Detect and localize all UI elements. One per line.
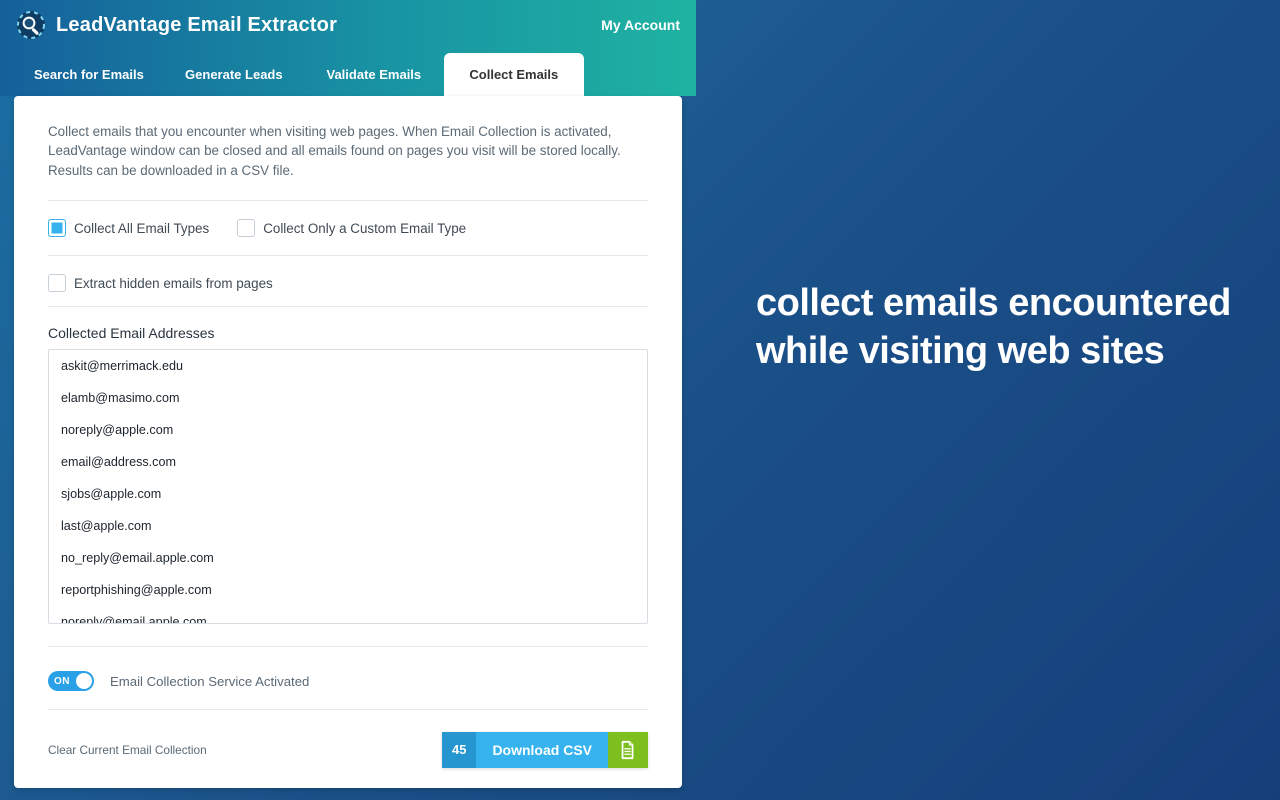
service-toggle-row: ON Email Collection Service Activated [48, 671, 648, 691]
toggle-knob [76, 673, 92, 689]
app-logo-icon [16, 10, 46, 40]
collected-label: Collected Email Addresses [48, 325, 648, 341]
clear-collection-link[interactable]: Clear Current Email Collection [48, 743, 207, 757]
checkbox-collect-all[interactable] [48, 219, 66, 237]
label-collect-all: Collect All Email Types [74, 221, 209, 236]
divider [48, 646, 648, 647]
app-column: LeadVantage Email Extractor My Account S… [0, 0, 696, 800]
service-toggle[interactable]: ON [48, 671, 94, 691]
list-item[interactable]: noreply@email.apple.com [49, 606, 647, 624]
my-account-link[interactable]: My Account [601, 17, 680, 33]
promo-column: collect emails encountered while visitin… [696, 0, 1280, 800]
tab-search-emails[interactable]: Search for Emails [14, 53, 164, 96]
download-count-badge: 45 [442, 732, 476, 768]
tab-generate-leads[interactable]: Generate Leads [164, 53, 304, 96]
list-item[interactable]: elamb@masimo.com [49, 382, 647, 414]
download-group: 45 Download CSV [442, 732, 648, 768]
list-item[interactable]: askit@merrimack.edu [49, 350, 647, 382]
promo-headline: collect emails encountered while visitin… [756, 280, 1240, 375]
label-collect-custom: Collect Only a Custom Email Type [263, 221, 466, 236]
list-item[interactable]: sjobs@apple.com [49, 478, 647, 510]
service-toggle-label: Email Collection Service Activated [110, 674, 309, 689]
bottom-row: Clear Current Email Collection 45 Downlo… [48, 732, 648, 768]
divider [48, 709, 648, 710]
list-item[interactable]: last@apple.com [49, 510, 647, 542]
checkbox-collect-custom[interactable] [237, 219, 255, 237]
app-title: LeadVantage Email Extractor [56, 14, 337, 37]
list-item[interactable]: no_reply@email.apple.com [49, 542, 647, 574]
list-item[interactable]: reportphishing@apple.com [49, 574, 647, 606]
download-csv-button[interactable]: Download CSV [476, 732, 608, 768]
divider [48, 200, 648, 201]
email-type-options: Collect All Email Types Collect Only a C… [48, 219, 648, 237]
list-item[interactable]: email@address.com [49, 446, 647, 478]
label-extract-hidden: Extract hidden emails from pages [74, 276, 273, 291]
tab-validate-emails[interactable]: Validate Emails [304, 53, 444, 96]
panel-description: Collect emails that you encounter when v… [48, 122, 648, 200]
collected-emails-list[interactable]: askit@merrimack.edu elamb@masimo.com nor… [48, 349, 648, 624]
titlebar: LeadVantage Email Extractor My Account [0, 0, 696, 50]
tab-bar: Search for Emails Generate Leads Validat… [0, 50, 696, 96]
divider [48, 306, 648, 307]
extract-hidden-row: Extract hidden emails from pages [48, 274, 648, 292]
divider [48, 255, 648, 256]
list-item[interactable]: noreply@apple.com [49, 414, 647, 446]
checkbox-extract-hidden[interactable] [48, 274, 66, 292]
tab-collect-emails[interactable]: Collect Emails [444, 53, 584, 96]
download-file-icon[interactable] [608, 732, 648, 768]
collect-panel: Collect emails that you encounter when v… [14, 96, 682, 788]
toggle-on-text: ON [54, 676, 70, 687]
